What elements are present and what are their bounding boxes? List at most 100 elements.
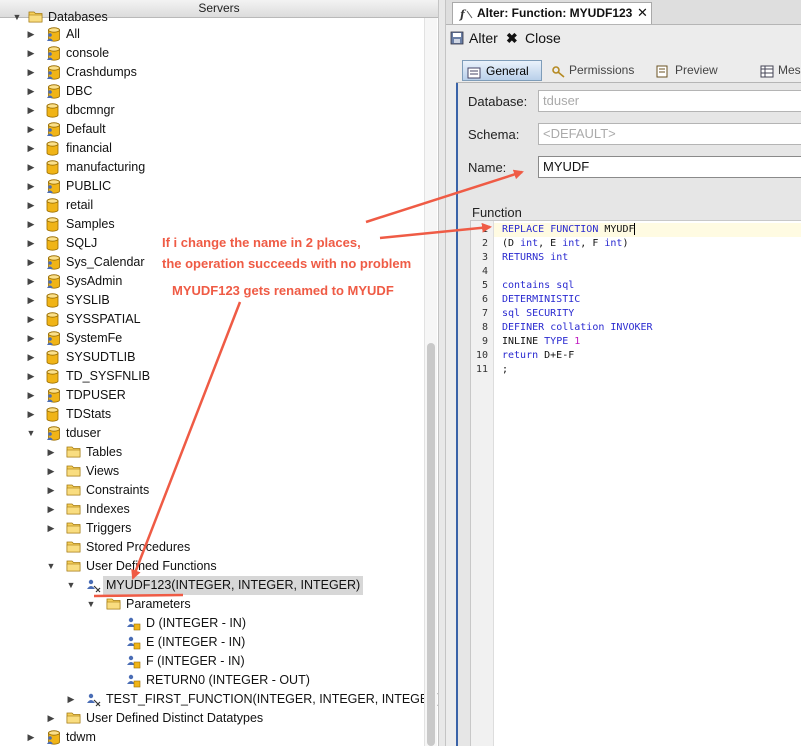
folder-icon <box>106 597 121 612</box>
expand-arrow-open-icon[interactable]: ▼ <box>46 557 56 576</box>
tree-item-console[interactable]: ▶ console <box>0 44 420 63</box>
tree-item-dbc[interactable]: ▶ DBC <box>0 82 420 101</box>
tree-item-all[interactable]: ▶ All <box>0 25 420 44</box>
line-number: 9 <box>481 336 488 347</box>
tree-item-systemfe[interactable]: ▶ SystemFe <box>0 329 420 348</box>
tab-messages[interactable]: Mes <box>756 60 801 81</box>
schema-field: <DEFAULT> <box>538 123 801 145</box>
folder-icon <box>66 502 81 517</box>
expand-arrow-icon[interactable]: ▶ <box>26 158 36 177</box>
tree-item-dbcmngr[interactable]: ▶ dbcmngr <box>0 101 420 120</box>
expand-arrow-icon[interactable]: ▶ <box>26 44 36 63</box>
code-line: return D+E-F <box>502 350 575 361</box>
expand-arrow-icon[interactable]: ▶ <box>26 291 36 310</box>
tree-scrollbar[interactable] <box>424 18 437 746</box>
expand-arrow-icon[interactable]: ▶ <box>26 101 36 120</box>
tree-item-indexes[interactable]: ▶ Indexes <box>0 500 420 519</box>
tree-scrollbar-thumb[interactable] <box>427 343 435 746</box>
database-icon <box>46 293 60 308</box>
tree-item-parameters[interactable]: ▼ Parameters <box>0 595 420 614</box>
tree-item-stored-procedures[interactable]: Stored Procedures <box>0 538 420 557</box>
tree-item-label: All <box>66 27 80 41</box>
tree-item-label: Sys_Calendar <box>66 255 145 269</box>
tree-item-parameter[interactable]: D (INTEGER - IN) <box>0 614 420 633</box>
tree-item-public[interactable]: ▶ PUBLIC <box>0 177 420 196</box>
expand-arrow-icon[interactable]: ▶ <box>26 386 36 405</box>
tree-item-tduser[interactable]: ▼ tduser <box>0 424 420 443</box>
expand-arrow-icon[interactable]: ▶ <box>26 253 36 272</box>
expand-arrow-icon[interactable]: ▶ <box>66 690 76 709</box>
database-icon <box>46 103 60 118</box>
expand-arrow-icon[interactable]: ▶ <box>26 177 36 196</box>
tree-item-parameter[interactable]: E (INTEGER - IN) <box>0 633 420 652</box>
tree-item-manufacturing[interactable]: ▶ manufacturing <box>0 158 420 177</box>
expand-arrow-icon[interactable]: ▶ <box>46 481 56 500</box>
expand-arrow-icon[interactable]: ▶ <box>46 462 56 481</box>
expand-arrow-icon[interactable]: ▶ <box>26 329 36 348</box>
function-code-editor[interactable]: 1 2 3 4 5 6 7 8 9 10 11 REPLACE FUNCTION MYUDF (D i… <box>470 220 801 746</box>
expand-arrow-icon[interactable]: ▶ <box>26 139 36 158</box>
tree-item-label: Stored Procedures <box>86 540 191 554</box>
user-database-icon <box>46 84 60 99</box>
tree-item-views[interactable]: ▶ Views <box>0 462 420 481</box>
expand-arrow-icon[interactable]: ▶ <box>46 519 56 538</box>
tree-item-triggers[interactable]: ▶ Triggers <box>0 519 420 538</box>
expand-arrow-icon[interactable]: ▶ <box>26 405 36 424</box>
tree-item-constraints[interactable]: ▶ Constraints <box>0 481 420 500</box>
tree-item-default[interactable]: ▶ Default <box>0 120 420 139</box>
tree-item-crashdumps[interactable]: ▶ Crashdumps <box>0 63 420 82</box>
expand-arrow-icon[interactable]: ▶ <box>26 310 36 329</box>
tree-item-test-first-function[interactable]: ▶ TEST_FIRST_FUNCTION(INTEGER, INTEGER, I… <box>0 690 438 709</box>
folder-icon <box>28 10 43 25</box>
expand-arrow-icon[interactable]: ▶ <box>26 215 36 234</box>
tree-item-tables[interactable]: ▶ Tables <box>0 443 420 462</box>
tree-item-sysudtlib[interactable]: ▶ SYSUDTLIB <box>0 348 420 367</box>
name-field[interactable]: MYUDF <box>538 156 801 178</box>
expand-arrow-open-icon[interactable]: ▼ <box>86 595 96 614</box>
expand-arrow-icon[interactable]: ▶ <box>26 82 36 101</box>
code-line: DETERMINISTIC <box>502 294 581 305</box>
expand-arrow-icon[interactable]: ▶ <box>26 120 36 139</box>
tree-item-user-defined-functions[interactable]: ▼ User Defined Functions <box>0 557 420 576</box>
expand-arrow-icon[interactable]: ▶ <box>26 63 36 82</box>
tree-item-retail[interactable]: ▶ retail <box>0 196 420 215</box>
expand-arrow-icon[interactable]: ▶ <box>46 500 56 519</box>
tree-item-label: SysAdmin <box>66 274 123 288</box>
tree-item-samples[interactable]: ▶ Samples <box>0 215 420 234</box>
expand-arrow-icon[interactable]: ▶ <box>26 25 36 44</box>
tree-item-label: TEST_FIRST_FUNCTION(INTEGER, INTEGER, IN… <box>106 692 438 706</box>
expand-arrow-icon[interactable]: ▶ <box>46 443 56 462</box>
expand-arrow-icon[interactable]: ▶ <box>26 367 36 386</box>
tree-item-parameter[interactable]: F (INTEGER - IN) <box>0 652 420 671</box>
expand-arrow-icon[interactable]: ▶ <box>46 709 56 728</box>
tree-item-sysspatial[interactable]: ▶ SYSSPATIAL <box>0 310 420 329</box>
tree-item-myudf123[interactable]: ▼ MYUDF123(INTEGER, INTEGER, INTEGER) <box>0 576 420 595</box>
line-number: 10 <box>475 350 488 361</box>
split-pane-divider[interactable] <box>438 0 446 746</box>
expand-arrow-open-icon[interactable]: ▼ <box>26 424 36 443</box>
tree-item-tdwm[interactable]: ▶ tdwm <box>0 728 420 746</box>
tab-permissions-label: Permissions <box>569 63 635 77</box>
tree-item-financial[interactable]: ▶ financial <box>0 139 420 158</box>
tree-item-parameter[interactable]: RETURN0 (INTEGER - OUT) <box>0 671 420 690</box>
tab-general[interactable]: General <box>462 60 542 81</box>
table-icon <box>760 64 774 85</box>
expand-arrow-icon[interactable]: ▶ <box>26 728 36 746</box>
expand-arrow-icon[interactable]: ▶ <box>26 196 36 215</box>
tab-preview-sql[interactable]: Preview SQL <box>652 60 742 98</box>
user-database-icon <box>46 46 60 61</box>
key-icon <box>552 64 566 85</box>
expand-arrow-icon[interactable]: ▶ <box>26 272 36 291</box>
tree-item-user-defined-distinct-datatypes[interactable]: ▶ User Defined Distinct Datatypes <box>0 709 420 728</box>
tab-alter-function[interactable]: ƒ Alter: Function: MYUDF123 ✕ <box>452 2 652 24</box>
close-icon[interactable]: ✕ <box>637 3 648 23</box>
code-line: sql SECURITY <box>502 308 575 319</box>
user-database-icon <box>46 388 60 403</box>
tab-permissions[interactable]: Permissions <box>548 60 636 81</box>
expand-arrow-open-icon[interactable]: ▼ <box>66 576 76 595</box>
expand-arrow-icon[interactable]: ▶ <box>26 348 36 367</box>
tree-item-td-sysfnlib[interactable]: ▶ TD_SYSFNLIB <box>0 367 420 386</box>
tree-item-tdpuser[interactable]: ▶ TDPUSER <box>0 386 420 405</box>
tree-item-tdstats[interactable]: ▶ TDStats <box>0 405 420 424</box>
expand-arrow-icon[interactable]: ▶ <box>26 234 36 253</box>
